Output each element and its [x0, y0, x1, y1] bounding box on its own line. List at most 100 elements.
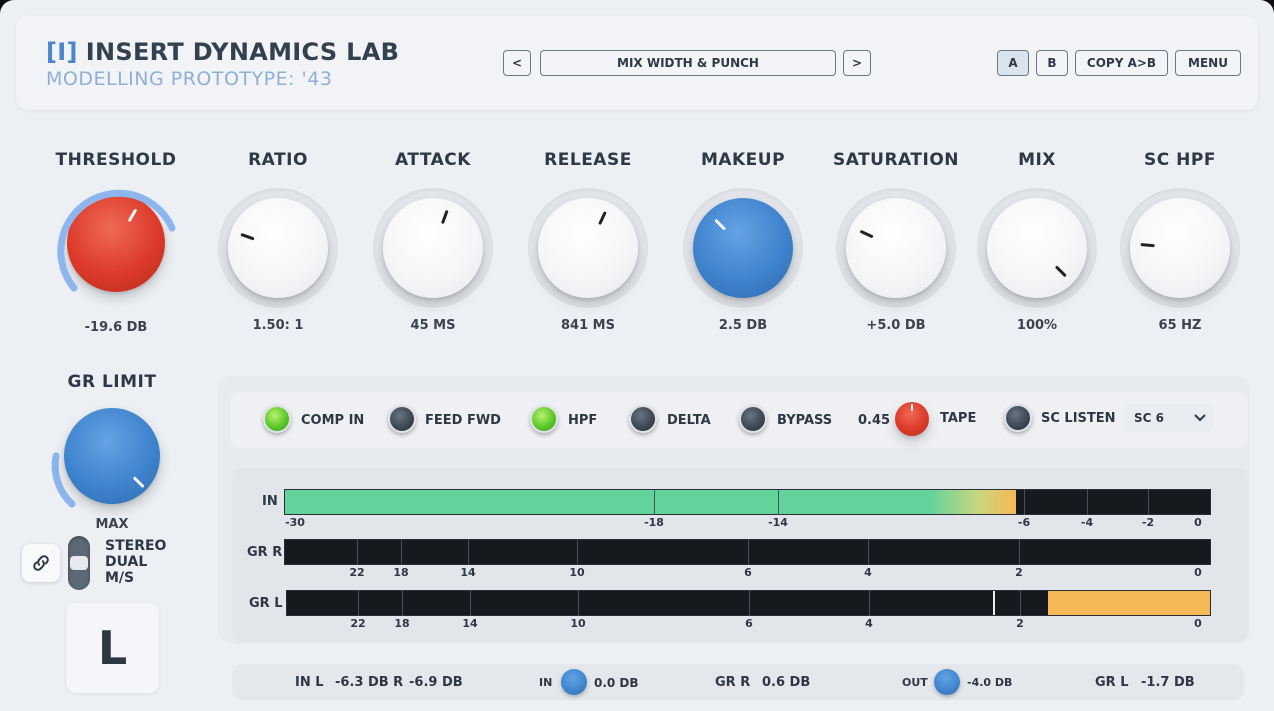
tape-value: 0.45 — [858, 413, 891, 428]
tape-label[interactable]: TAPE — [940, 411, 976, 426]
knob-indicator — [859, 229, 874, 239]
sc-select-value: SC 6 — [1134, 411, 1164, 425]
sc-listen-label[interactable]: SC LISTEN — [1041, 411, 1116, 426]
bypass-label[interactable]: BYPASS — [777, 413, 832, 428]
status-gr-l-label: GR L — [1095, 675, 1129, 690]
knob-sc-hpf[interactable] — [1130, 198, 1230, 298]
gr-limit-value: MAX — [95, 517, 129, 532]
comp-in-label[interactable]: COMP IN — [301, 413, 364, 428]
plugin-window: [I] INSERT DYNAMICS LAB MODELLING PROTOTY… — [0, 0, 1274, 711]
comp-in-led[interactable] — [263, 405, 291, 433]
grl-tick — [470, 590, 471, 616]
output-gain-knob[interactable] — [934, 669, 960, 695]
gr-limit-knob[interactable] — [64, 408, 160, 504]
status-out-value: -4.0 DB — [967, 676, 1013, 689]
preset-prev-button[interactable]: < — [503, 50, 531, 76]
bypass-led[interactable] — [739, 405, 767, 433]
mode-ms-label[interactable]: M/S — [105, 570, 134, 586]
feed-fwd-label[interactable]: FEED FWD — [425, 413, 501, 428]
knob-title-6: MIX — [1018, 150, 1056, 170]
knob-value-0: -19.6 DB — [84, 320, 148, 335]
grr-tick — [577, 539, 578, 565]
gr-limit-title: GR LIMIT — [67, 372, 157, 392]
delta-label[interactable]: DELTA — [667, 413, 711, 428]
grl-tick-label: 14 — [462, 617, 478, 630]
status-gr-r-label: GR R — [715, 675, 751, 690]
grr-tick-label: 14 — [460, 566, 476, 579]
link-button[interactable] — [22, 544, 60, 582]
plugin-title: INSERT DYNAMICS LAB — [85, 38, 400, 66]
grl-tick — [402, 590, 403, 616]
status-in-l-label: IN L — [295, 675, 324, 690]
delta-led[interactable] — [629, 405, 657, 433]
in-tick-label: -30 — [285, 516, 305, 529]
input-gain-knob[interactable] — [561, 669, 587, 695]
hpf-label[interactable]: HPF — [568, 413, 597, 428]
copy-a-to-b-button[interactable]: COPY A>B — [1075, 50, 1168, 76]
grl-tick — [749, 590, 750, 616]
knob-title-1: RATIO — [248, 150, 308, 170]
b-button[interactable]: B — [1036, 50, 1068, 76]
grr-tick — [748, 539, 749, 565]
a-button[interactable]: A — [997, 50, 1029, 76]
knob-title-4: MAKEUP — [700, 150, 786, 170]
grr-tick-label: 22 — [349, 566, 365, 579]
sc-listen-led[interactable] — [1004, 404, 1032, 432]
status-in-knob-label: IN — [539, 676, 553, 689]
hpf-led[interactable] — [530, 405, 558, 433]
in-meter-fill — [285, 490, 1016, 514]
grl-tick-label: 10 — [570, 617, 586, 630]
grr-tick-label: 18 — [393, 566, 409, 579]
mode-stereo-label[interactable]: STEREO — [105, 538, 166, 554]
in-tick-label: -4 — [1080, 516, 1094, 529]
switch-thumb[interactable] — [70, 556, 88, 570]
gr-l-meter-fill — [1048, 591, 1210, 615]
grr-tick-label: 2 — [1015, 566, 1023, 579]
knob-value-5: +5.0 DB — [866, 318, 926, 333]
in-tick — [1024, 489, 1025, 515]
grl-tick — [1020, 590, 1021, 616]
knob-indicator — [440, 209, 449, 225]
knob-value-1: 1.50: 1 — [252, 318, 304, 333]
knob-value-4: 2.5 DB — [718, 318, 768, 333]
status-in-r-value: -6.9 DB — [409, 675, 463, 690]
menu-button[interactable]: MENU — [1175, 50, 1241, 76]
tape-knob[interactable] — [895, 402, 929, 436]
preset-next-button[interactable]: > — [843, 50, 871, 76]
plugin-subtitle: MODELLING PROTOTYPE: '43 — [46, 68, 333, 90]
knob-value-2: 45 MS — [410, 318, 456, 333]
feed-fwd-led[interactable] — [388, 405, 416, 433]
plugin-logo: [I] INSERT DYNAMICS LAB — [46, 38, 399, 66]
knob-indicator — [911, 404, 913, 411]
knob-release[interactable] — [538, 198, 638, 298]
status-gr-r-value: 0.6 DB — [762, 675, 811, 690]
in-tick-label: -18 — [644, 516, 664, 529]
mode-dual-label[interactable]: DUAL — [105, 554, 147, 570]
knob-mix[interactable] — [987, 198, 1087, 298]
sc-select-dropdown[interactable]: SC 6 — [1124, 404, 1214, 432]
chevron-down-icon — [1194, 414, 1206, 422]
grl-tick-label: 4 — [865, 617, 873, 630]
knob-title-2: ATTACK — [395, 150, 471, 170]
stereo-mode-switch[interactable] — [68, 536, 90, 590]
link-icon — [33, 555, 49, 571]
knob-attack[interactable] — [383, 198, 483, 298]
in-meter — [284, 489, 1211, 515]
knob-ratio[interactable] — [228, 198, 328, 298]
in-tick — [1148, 489, 1149, 515]
knob-title-3: RELEASE — [544, 150, 632, 170]
grl-tick — [869, 590, 870, 616]
grr-tick — [1019, 539, 1020, 565]
channel-indicator[interactable]: L — [66, 603, 159, 693]
grl-tick — [358, 590, 359, 616]
grl-tick — [578, 590, 579, 616]
knob-makeup[interactable] — [693, 198, 793, 298]
knob-indicator — [239, 232, 255, 241]
gr-r-meter-label: GR R — [247, 545, 283, 560]
knob-saturation[interactable] — [846, 198, 946, 298]
grr-tick — [401, 539, 402, 565]
preset-selector[interactable]: MIX WIDTH & PUNCH — [540, 50, 836, 76]
knob-title-0: THRESHOLD — [55, 150, 177, 170]
in-tick-label: -6 — [1017, 516, 1031, 529]
knob-indicator — [713, 218, 726, 231]
